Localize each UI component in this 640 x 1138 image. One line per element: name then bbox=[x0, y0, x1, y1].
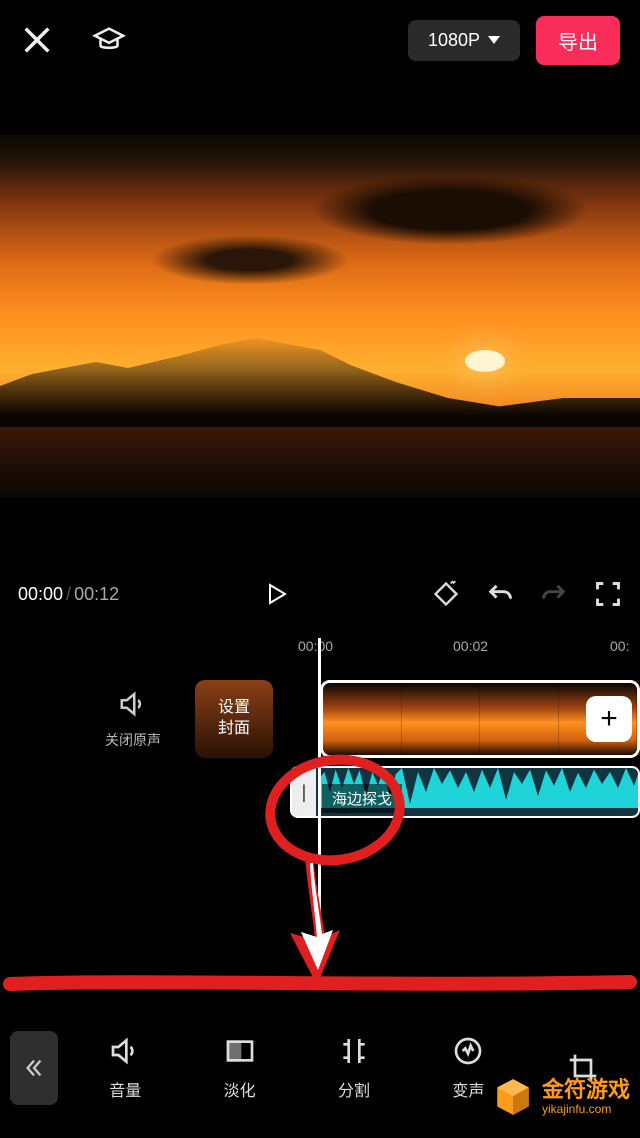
header-left bbox=[20, 23, 126, 57]
resolution-button[interactable]: 1080P bbox=[408, 20, 520, 61]
preview-decoration bbox=[150, 235, 350, 285]
total-time: 00:12 bbox=[74, 584, 119, 604]
mute-original-toggle[interactable]: 关闭原声 bbox=[105, 689, 161, 750]
watermark-logo-icon bbox=[492, 1076, 534, 1118]
clip-thumbnail bbox=[480, 683, 559, 755]
audio-clip[interactable]: | 海边探戈 bbox=[290, 766, 640, 818]
fullscreen-icon[interactable] bbox=[594, 580, 622, 608]
cover-label-1: 设置 bbox=[218, 698, 250, 719]
ruler-tick: 00:02 bbox=[453, 638, 488, 654]
playback-right-controls bbox=[432, 580, 622, 608]
clip-thumbnail bbox=[323, 683, 402, 755]
video-preview[interactable] bbox=[0, 135, 640, 497]
current-time: 00:00 bbox=[18, 584, 63, 604]
watermark-text: 金符游戏 yikajinfu.com bbox=[542, 1078, 630, 1115]
time-display: 00:00/00:12 bbox=[18, 584, 119, 605]
chevron-left-double-icon bbox=[23, 1057, 45, 1079]
speaker-icon bbox=[118, 689, 148, 719]
audio-clip-name: 海边探戈 bbox=[322, 784, 402, 813]
header-right: 1080P 导出 bbox=[408, 16, 620, 65]
playback-controls: 00:00/00:12 bbox=[0, 555, 640, 633]
add-clip-button[interactable]: + bbox=[586, 696, 632, 742]
mute-label: 关闭原声 bbox=[105, 730, 161, 750]
export-button[interactable]: 导出 bbox=[536, 16, 620, 65]
chevron-down-icon bbox=[488, 36, 500, 44]
resolution-label: 1080P bbox=[428, 30, 480, 51]
undo-icon[interactable] bbox=[486, 580, 514, 608]
tool-volume[interactable]: 音量 bbox=[78, 1035, 172, 1101]
header-bar: 1080P 导出 bbox=[0, 0, 640, 80]
tool-label: 分割 bbox=[338, 1077, 370, 1101]
preview-decoration bbox=[310, 175, 590, 245]
tool-label: 变声 bbox=[452, 1077, 484, 1101]
watermark-url: yikajinfu.com bbox=[542, 1103, 630, 1116]
toolbar-back-button[interactable] bbox=[10, 1031, 58, 1105]
tool-label: 淡化 bbox=[224, 1077, 256, 1101]
volume-icon bbox=[109, 1035, 141, 1067]
timeline[interactable]: 00:00 00:02 00: 关闭原声 设置 封面 + | 海边探戈 bbox=[0, 638, 640, 918]
ruler-tick: 00:00 bbox=[298, 638, 333, 654]
playhead[interactable] bbox=[318, 638, 321, 918]
voice-change-icon bbox=[452, 1035, 484, 1067]
close-icon[interactable] bbox=[20, 23, 54, 57]
tool-fade[interactable]: 淡化 bbox=[192, 1035, 286, 1101]
play-icon[interactable] bbox=[264, 580, 288, 608]
split-icon bbox=[338, 1035, 370, 1067]
ruler-tick: 00: bbox=[610, 638, 629, 654]
fade-icon bbox=[224, 1035, 256, 1067]
audio-clip-handle[interactable]: | bbox=[292, 768, 316, 816]
cover-label-2: 封面 bbox=[218, 719, 250, 740]
clip-thumbnail bbox=[402, 683, 481, 755]
keyframe-icon[interactable] bbox=[432, 580, 460, 608]
preview-decoration bbox=[0, 427, 640, 497]
tool-split[interactable]: 分割 bbox=[307, 1035, 401, 1101]
watermark-title: 金符游戏 bbox=[542, 1078, 630, 1102]
redo-icon bbox=[540, 580, 568, 608]
set-cover-button[interactable]: 设置 封面 bbox=[195, 680, 273, 758]
watermark: 金符游戏 yikajinfu.com bbox=[492, 1076, 630, 1118]
tool-label: 音量 bbox=[109, 1077, 141, 1101]
tutorial-icon[interactable] bbox=[92, 23, 126, 57]
annotation-underline bbox=[0, 975, 640, 993]
